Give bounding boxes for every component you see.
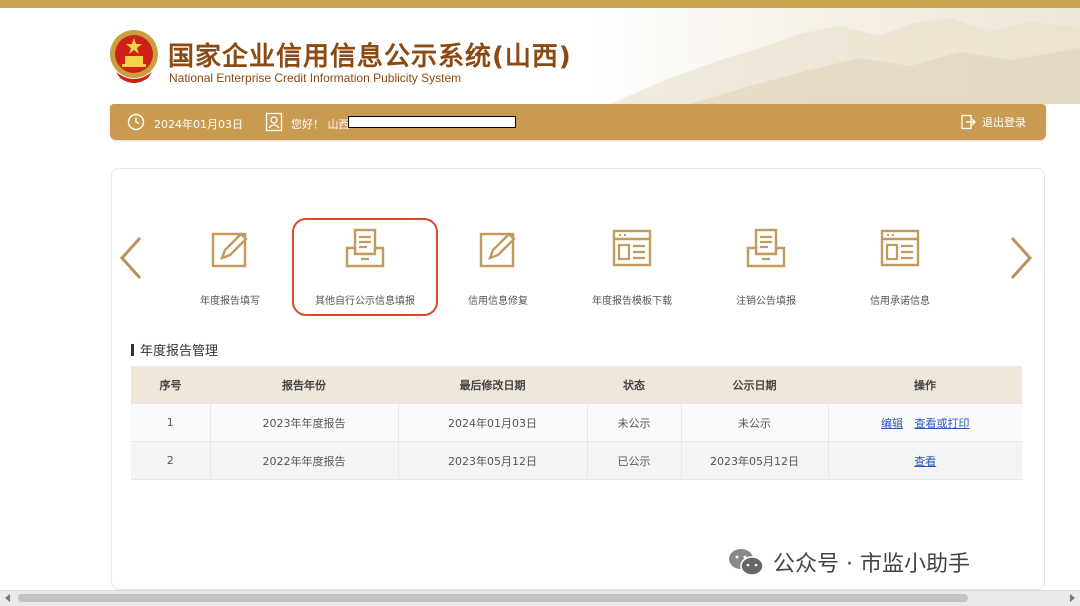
wechat-logo-icon (729, 549, 764, 576)
menu-item-template-download[interactable]: 年度报告模板下载 (567, 226, 697, 307)
status: 已公示 (587, 441, 682, 480)
menu-item-cancellation-notice[interactable]: 注销公告填报 (701, 226, 831, 307)
view-or-print-link[interactable]: 查看或打印 (915, 417, 970, 430)
carousel-prev-arrow-icon[interactable] (118, 236, 144, 280)
section-title-text: 年度报告管理 (140, 344, 219, 359)
annual-report-table: 序号 报告年份 最后修改日期 状态 公示日期 操作 1 2023年年度报告 20… (131, 366, 1022, 480)
scrollbar-thumb[interactable] (18, 594, 968, 602)
menu-item-other-self-publicity[interactable]: 其他自行公示信息填报 (300, 226, 430, 307)
logout-label: 退出登录 (982, 116, 1026, 129)
current-date: 2024年01月03日 (154, 118, 243, 131)
publish-date: 2023年05月12日 (681, 441, 829, 480)
national-emblem-icon (110, 30, 158, 83)
report-year: 2022年年度报告 (210, 441, 399, 480)
report-year: 2023年年度报告 (210, 403, 399, 442)
menu-item-label: 信用承诺信息 (870, 296, 930, 307)
status: 未公示 (587, 403, 682, 442)
site-title: 国家企业信用信息公示系统(山西) (168, 42, 572, 72)
publish-date: 未公示 (681, 403, 829, 442)
logout-icon (961, 114, 976, 130)
edit-link[interactable]: 编辑 (881, 417, 903, 430)
mountain-background-image (610, 18, 1080, 104)
table-row: 1 2023年年度报告 2024年01月03日 未公示 未公示 编辑 查看或打印 (131, 403, 1022, 442)
menu-item-label: 年度报告模板下载 (592, 296, 672, 307)
menu-item-label: 其他自行公示信息填报 (315, 296, 415, 307)
site-header: 国家企业信用信息公示系统(山西) National Enterprise Cre… (0, 8, 1080, 104)
menu-item-credit-repair[interactable]: 信用信息修复 (433, 226, 563, 307)
carousel-next-arrow-icon[interactable] (1008, 236, 1034, 280)
wechat-watermark: 公众号 · 市监小助手 (727, 546, 970, 578)
top-accent-line (0, 0, 1080, 8)
menu-item-annual-report-fill[interactable]: 年度报告填写 (165, 226, 295, 307)
menu-item-credit-commitment[interactable]: 信用承诺信息 (835, 226, 965, 307)
scroll-left-icon[interactable] (3, 593, 13, 603)
table-header-row: 序号 报告年份 最后修改日期 状态 公示日期 操作 (131, 366, 1022, 404)
actions-cell: 编辑 查看或打印 (828, 403, 1022, 442)
inbox-document-icon (345, 228, 385, 268)
column-header: 最后修改日期 (398, 366, 587, 404)
column-header: 公示日期 (681, 366, 828, 404)
section-title-marker (131, 343, 134, 356)
template-window-icon (880, 229, 920, 267)
site-subtitle: National Enterprise Credit Information P… (169, 71, 462, 85)
column-header: 报告年份 (210, 366, 398, 404)
actions-cell: 查看 (828, 441, 1022, 480)
column-header: 序号 (131, 366, 210, 404)
greeting-text: 您好！ 山西 (291, 118, 350, 131)
column-header: 操作 (828, 366, 1022, 404)
last-modified-date: 2024年01月03日 (398, 403, 588, 442)
clock-icon (127, 113, 145, 131)
section-title: 年度报告管理 (131, 340, 218, 359)
logout-button[interactable]: 退出登录 (960, 114, 1026, 130)
row-number: 1 (131, 403, 211, 442)
user-card-icon (265, 112, 283, 132)
inbox-document-icon (746, 228, 786, 268)
edit-document-icon (479, 232, 516, 268)
edit-document-icon (211, 232, 248, 268)
watermark-text: 公众号 · 市监小助手 (773, 552, 970, 577)
menu-item-label: 注销公告填报 (736, 296, 796, 307)
scroll-right-icon[interactable] (1067, 593, 1077, 603)
menu-item-label: 信用信息修复 (468, 296, 528, 307)
horizontal-scrollbar[interactable] (0, 590, 1080, 606)
redacted-company-name (348, 116, 516, 128)
column-header: 状态 (587, 366, 681, 404)
user-info-bar: 2024年01月03日 您好！ 山西 退出登录 (110, 104, 1046, 140)
template-window-icon (612, 229, 652, 267)
row-number: 2 (131, 441, 211, 480)
table-row: 2 2022年年度报告 2023年05月12日 已公示 2023年05月12日 … (131, 441, 1022, 480)
menu-item-label: 年度报告填写 (200, 296, 260, 307)
view-link[interactable]: 查看 (914, 455, 936, 468)
last-modified-date: 2023年05月12日 (398, 441, 588, 480)
